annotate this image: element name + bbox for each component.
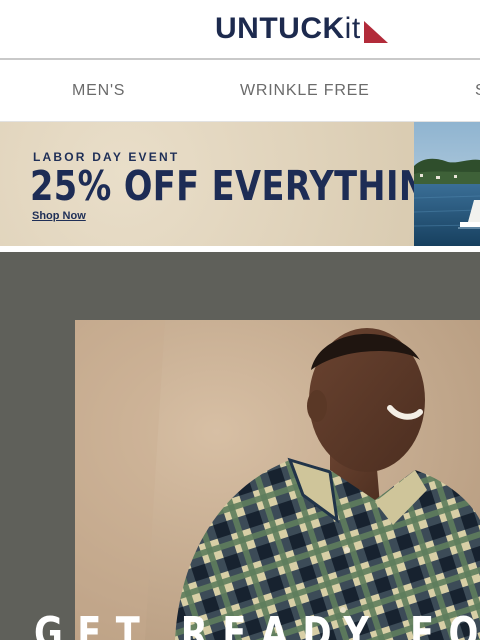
- nav-item-wrinkle-free[interactable]: WRINKLE FREE: [240, 82, 370, 100]
- logo-text-main: UNTUCK: [215, 12, 345, 45]
- untuckit-logo[interactable]: UNTUCKit: [215, 12, 389, 46]
- logo-wordmark: UNTUCKit: [215, 14, 361, 44]
- logo-flag-icon: [363, 21, 388, 43]
- main-navigation: MEN'S WRINKLE FREE S: [0, 60, 480, 122]
- promo-lake-photo: [414, 122, 480, 246]
- nav-item-mens[interactable]: MEN'S: [72, 82, 125, 100]
- hero-model-photo: [75, 320, 480, 640]
- nav-item-partial[interactable]: S: [475, 82, 480, 100]
- promo-headline: 25% OFF EVERYTHING: [30, 162, 456, 210]
- shop-now-link[interactable]: Shop Now: [32, 210, 86, 222]
- promo-banner[interactable]: LABOR DAY EVENT 25% OFF EVERYTHING Shop …: [0, 122, 480, 246]
- hero-headline: GET READY FOR F: [34, 608, 480, 640]
- site-header: UNTUCKit: [0, 0, 480, 60]
- logo-text-it: it: [344, 12, 361, 45]
- hero-banner[interactable]: GET READY FOR F: [0, 252, 480, 640]
